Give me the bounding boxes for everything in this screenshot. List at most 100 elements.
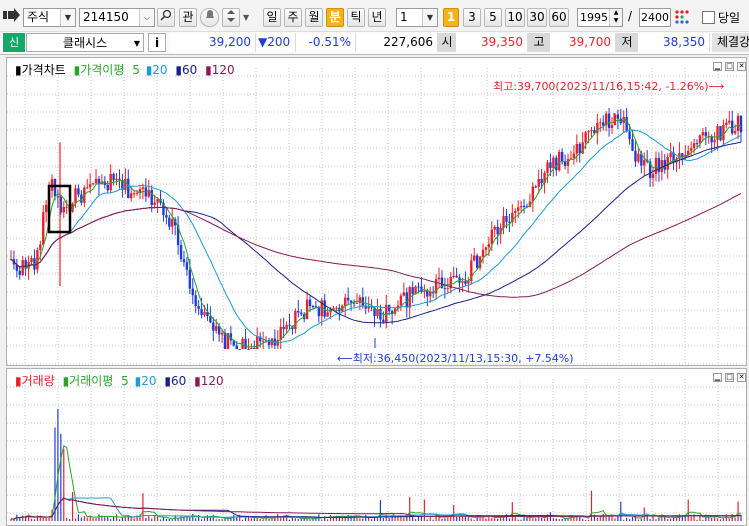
stock-name-field[interactable]: 클래시스 ▼ [26,33,144,52]
change-percent: -0.51% [296,33,356,52]
link-arrow-icon[interactable] [3,7,21,26]
quick-interval-30[interactable]: 30 [527,8,547,27]
candle-body [86,187,89,189]
legend-price-title: ▮가격차트 [15,63,66,77]
candle-body [657,158,661,172]
info-button[interactable]: i [148,33,166,52]
candle-body [238,349,241,350]
candle-body [156,199,159,203]
candle-body [253,347,256,349]
candle-body [244,338,247,349]
candle-body [77,188,80,195]
period-year[interactable]: 년 [368,8,386,27]
count-field[interactable]: 1995 ▲ ▼ [577,8,623,27]
candle-body [505,216,508,222]
quick-interval-10[interactable]: 10 [505,8,525,27]
candle-body [212,322,215,331]
candle-body [311,306,315,308]
panel-close-icon[interactable]: ✕ [737,373,746,382]
quick-interval-3[interactable]: 3 [463,8,481,27]
ma-line-5 [10,119,742,348]
period-minute[interactable]: 분 [326,8,344,27]
candle-body [118,178,121,181]
quick-interval-5[interactable]: 5 [484,8,502,27]
search-button[interactable] [157,8,175,27]
candle-body [443,288,447,290]
period-tick[interactable]: 틱 [347,8,365,27]
candle-body [382,319,385,322]
candle-body [305,299,309,319]
candle-body [631,139,634,151]
candle-body [663,160,666,170]
spinner-icon[interactable]: ▲ ▼ [609,9,622,26]
panel-close-icon[interactable]: ✕ [737,62,746,71]
volume-chart-svg[interactable] [7,369,747,526]
candle-body [514,210,517,213]
candle-body [455,275,458,278]
candle-body [179,245,183,260]
interval-select[interactable]: 1 ▼ [396,8,438,27]
panel-maximize-icon[interactable]: □ [725,373,734,382]
candle-body [209,316,212,323]
candle-body [637,153,640,162]
tab-execution-strength[interactable]: 체결강 [712,33,749,52]
spin-button[interactable] [222,8,240,27]
ma-line-20 [10,129,742,344]
candle-body [519,205,523,208]
candle-body [402,292,406,296]
candle-body [522,205,526,207]
panel-maximize-icon[interactable]: □ [725,62,734,71]
ma-line-60 [10,141,742,324]
candle-body [285,324,288,330]
price-legend: ▮가격차트 ▮가격이평 5 ▮20 ▮60 ▮120 [15,61,239,78]
open-price: 39,350 [456,33,528,52]
candle-body [168,217,171,227]
candle-body [335,307,338,309]
candle-body [30,258,33,262]
market-select[interactable]: 주식 ▼ [23,8,76,27]
candle-body [566,159,570,166]
count-total-field[interactable]: 2400 [639,8,671,27]
pin-button[interactable] [200,8,219,27]
period-day[interactable]: 일 [263,8,281,27]
candle-body [560,151,564,162]
grid-settings-icon[interactable] [673,8,691,26]
candle-body [531,186,535,202]
candle-body [106,184,109,191]
candle-body [171,219,174,227]
candle-body [94,178,98,184]
candle-body [261,340,265,342]
candle-body [475,255,479,268]
volume-grid [7,379,746,525]
candle-body [130,193,133,199]
candle-body [191,288,194,296]
candle-body [42,212,45,245]
dropdown-icon[interactable]: ▼ [243,13,249,22]
candle-body [628,131,631,140]
panel-minimize-icon[interactable]: ▁ [713,62,722,71]
interval-value: 1 [400,10,408,24]
candle-body [602,122,605,126]
candle-body [355,302,359,304]
price-chart-svg[interactable] [7,58,747,366]
ma-line-120 [10,193,742,298]
legend-ma120: ▮120 [205,63,235,77]
candle-body [153,202,156,205]
quick-interval-60[interactable]: 60 [549,8,569,27]
candle-body [182,259,186,263]
panel-minimize-icon[interactable]: ▁ [713,373,722,382]
candle-body [716,126,719,140]
stock-code-field[interactable]: 214150 ⌵ [79,8,155,27]
candle-body [584,132,587,143]
quick-interval-1[interactable]: 1 [443,8,459,27]
candle-body [135,192,139,194]
watchlist-button[interactable]: 관 [179,8,197,27]
period-week[interactable]: 주 [284,8,302,27]
today-checkbox[interactable] [702,11,715,24]
candle-body [62,206,65,213]
price-chart-panel: ▮가격차트 ▮가격이평 5 ▮20 ▮60 ▮120 최고:39,700(202… [6,57,747,366]
low-price: 38,350 [638,33,710,52]
candle-body [590,130,593,132]
candle-body [297,310,300,313]
period-month[interactable]: 월 [305,8,323,27]
